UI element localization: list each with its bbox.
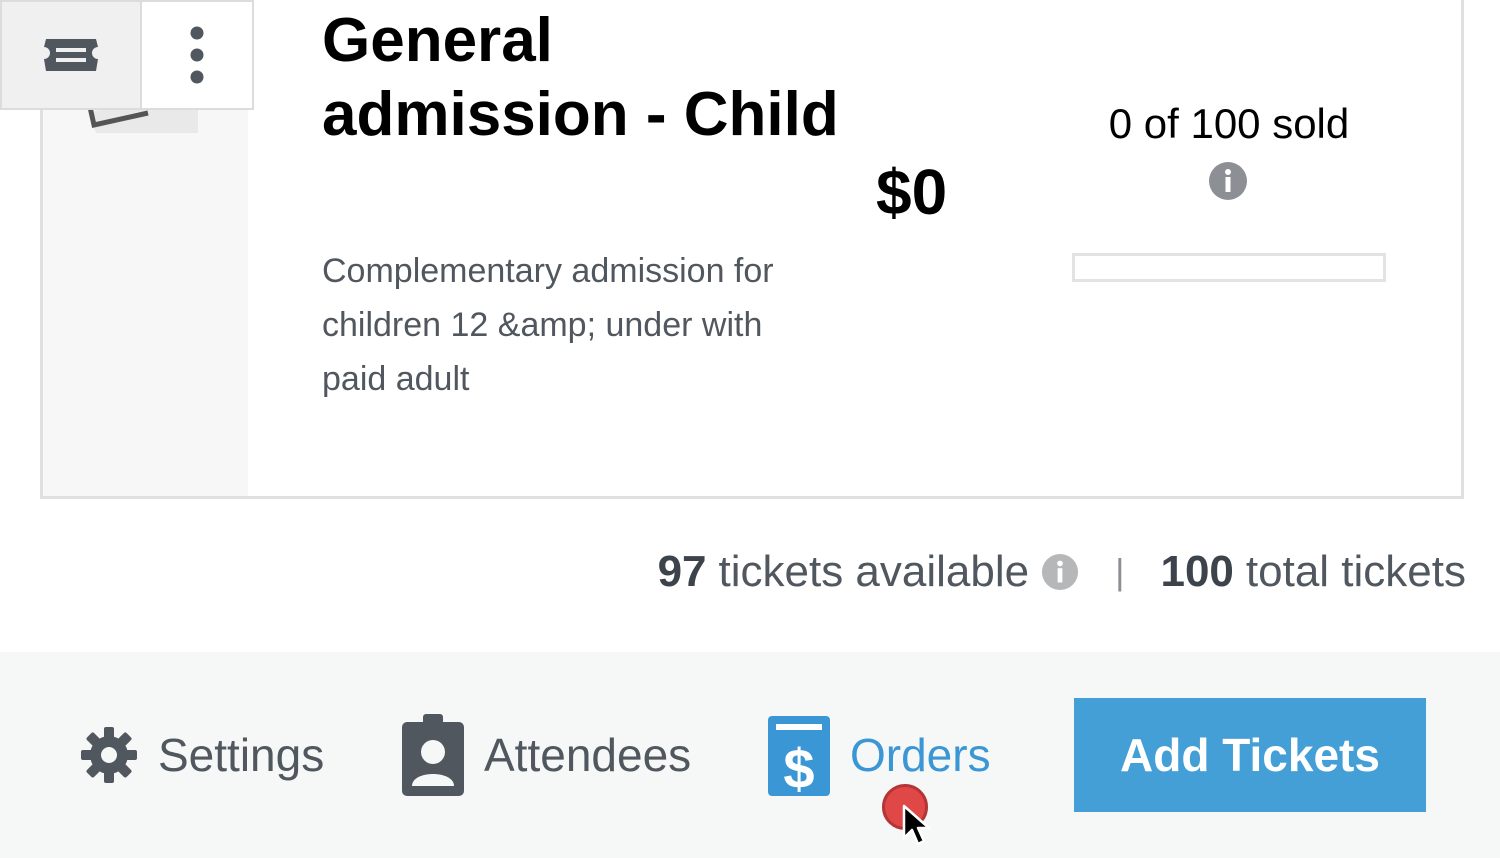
summary-separator: |: [1115, 551, 1125, 592]
settings-label: Settings: [158, 729, 325, 781]
ticket-summary: 97 tickets available | 100 total tickets: [658, 545, 1466, 599]
available-info-icon[interactable]: [1041, 553, 1079, 591]
attendees-button[interactable]: Attendees: [402, 710, 691, 800]
id-badge-icon: [402, 714, 464, 796]
ticket-title: General admission - Child: [322, 6, 839, 149]
ticket-sold-count: 0 of 100 sold: [1108, 100, 1350, 147]
available-count: 97: [657, 547, 707, 596]
more-options-button[interactable]: [140, 0, 254, 110]
add-tickets-button[interactable]: Add Tickets: [1074, 698, 1426, 812]
ticket-sold-progress: [1072, 253, 1386, 282]
ticket-icon: [44, 39, 98, 71]
svg-text:$: $: [783, 737, 814, 796]
dollar-receipt-icon: $: [768, 714, 830, 796]
total-label: total tickets: [1245, 547, 1466, 596]
gear-icon: [80, 726, 138, 784]
ticket-block-button[interactable]: [0, 0, 142, 110]
available-label: tickets available: [718, 547, 1030, 596]
settings-button[interactable]: Settings: [80, 710, 324, 800]
ticket-price: $0: [876, 156, 948, 228]
vertical-ellipsis-icon: [190, 26, 204, 84]
mouse-cursor-icon: [902, 804, 931, 846]
ticket-description: Complementary admission for children 12 …: [322, 252, 774, 398]
total-count: 100: [1160, 547, 1234, 596]
orders-label: Orders: [850, 729, 991, 781]
attendees-label: Attendees: [484, 729, 692, 781]
sold-info-icon[interactable]: [1208, 161, 1248, 206]
orders-button[interactable]: $ Orders: [768, 710, 991, 800]
